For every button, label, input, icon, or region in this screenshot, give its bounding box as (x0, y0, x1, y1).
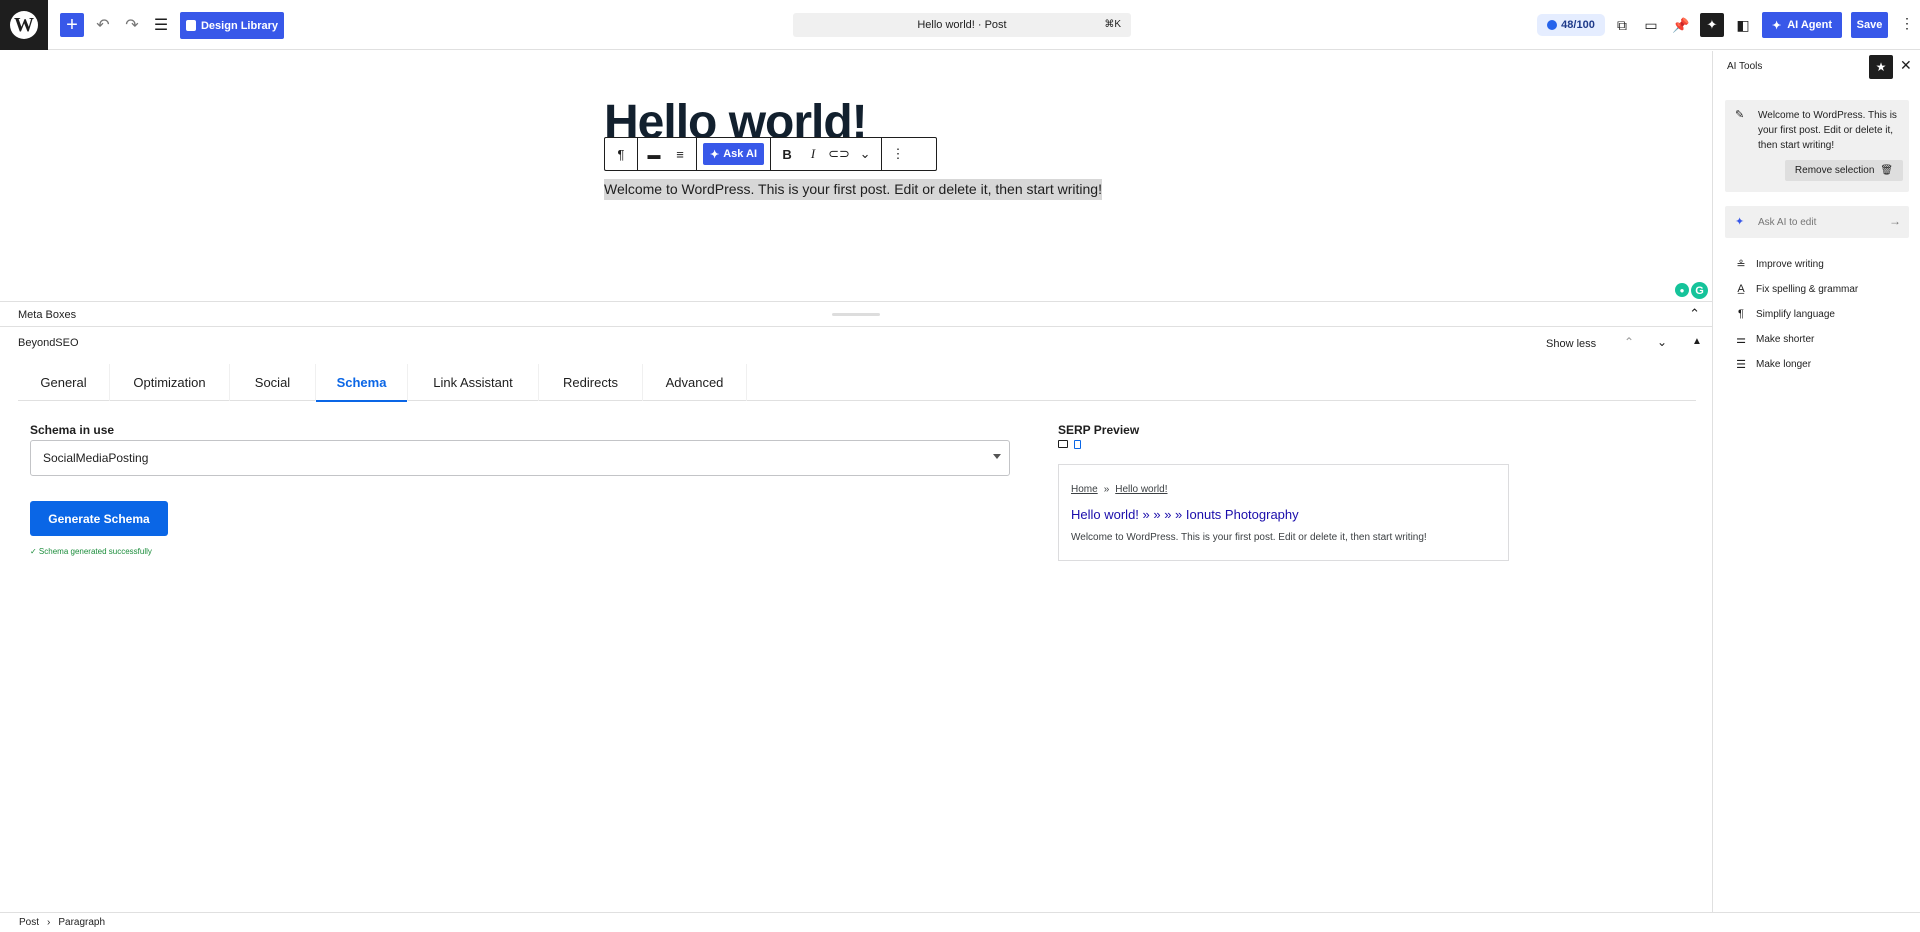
trash-icon: 🗑 (1880, 165, 1894, 176)
generate-schema-button[interactable]: Generate Schema (30, 501, 168, 536)
breadcrumb-separator: › (47, 917, 51, 928)
tab-optimization[interactable]: Optimization (110, 364, 230, 401)
save-button[interactable]: Save (1851, 12, 1888, 38)
toggle-panel-icon[interactable]: ▲ (1692, 336, 1702, 347)
align-left-icon[interactable]: ≡ (668, 142, 692, 166)
serp-device-switch (1058, 440, 1081, 449)
seo-tabs: General Optimization Social Schema Link … (18, 364, 1696, 402)
tab-schema[interactable]: Schema (316, 364, 408, 402)
move-up-icon[interactable]: ⌃ (1624, 335, 1634, 349)
shorter-icon: ⚌ (1736, 334, 1746, 346)
selection-preview: ✎ Welcome to WordPress. This is your fir… (1725, 100, 1909, 192)
preview-device-icon[interactable]: ▭ (1641, 15, 1661, 35)
close-icon[interactable]: ✕ (1900, 57, 1912, 74)
ai-tools-sidebar: AI Tools ★ ✕ ✎ Welcome to WordPress. Thi… (1712, 51, 1920, 912)
wordpress-icon: W (10, 11, 38, 39)
beyondseo-header: BeyondSEO Show less ⌃ ⌄ ▲ (0, 328, 1712, 358)
longer-icon: ☰ (1736, 359, 1746, 371)
grammarly-icon[interactable]: G (1691, 282, 1708, 299)
score-icon (1547, 20, 1558, 30)
grammarly-widget[interactable]: ● G (1675, 282, 1708, 299)
show-less-link[interactable]: Show less (1546, 338, 1596, 350)
spellcheck-icon: A̲ (1737, 283, 1745, 295)
selection-text: Welcome to WordPress. This is your first… (1758, 110, 1897, 151)
sparkle-icon: ✦ (1735, 216, 1745, 228)
tab-advanced[interactable]: Advanced (643, 364, 747, 401)
ai-agent-button[interactable]: ✦ AI Agent (1762, 12, 1842, 38)
schema-select[interactable]: SocialMediaPosting (30, 440, 1010, 476)
meta-boxes-bar: Meta Boxes ⌃ (0, 301, 1712, 327)
sidebar-title: AI Tools (1727, 61, 1763, 72)
sparkle-icon: ✦ (710, 148, 720, 161)
meta-boxes-label: Meta Boxes (18, 309, 77, 321)
action-fix-spelling[interactable]: A̲ Fix spelling & grammar (1735, 283, 1858, 295)
design-library-button[interactable]: Design Library (180, 12, 284, 39)
breadcrumb-post[interactable]: Post (19, 917, 39, 928)
plugin-title: BeyondSEO (18, 337, 79, 349)
settings-sidebar-icon[interactable]: ◧ (1733, 15, 1753, 35)
block-breadcrumb: Post › Paragraph (0, 912, 1920, 932)
design-library-icon (185, 20, 196, 31)
tab-link-assistant[interactable]: Link Assistant (408, 364, 539, 401)
tab-general[interactable]: General (18, 364, 110, 401)
pencil-icon: ✎ (1735, 109, 1745, 121)
bold-icon[interactable]: B (775, 142, 799, 166)
ai-tools-toggle-icon[interactable]: ✦ (1700, 13, 1724, 37)
more-options-icon[interactable]: ⋮ (886, 142, 910, 166)
schema-success-message: ✓ Schema generated successfully (30, 547, 152, 556)
paragraph-icon: ¶ (1738, 308, 1744, 320)
action-simplify-language[interactable]: ¶ Simplify language (1735, 308, 1835, 320)
undo-icon[interactable]: ↶ (93, 12, 113, 38)
redo-icon[interactable]: ↷ (122, 12, 142, 38)
chevron-up-icon[interactable]: ⌃ (1689, 306, 1700, 322)
serp-description: Welcome to WordPress. This is your first… (1071, 532, 1427, 543)
lightbulb-icon[interactable]: ● (1675, 283, 1689, 297)
paragraph-icon[interactable]: ¶ (609, 142, 633, 166)
schema-in-use-label: Schema in use (30, 423, 115, 437)
editor-header: W + ↶ ↷ ☰ Design Library Hello world! · … (0, 0, 1920, 50)
sparkle-icon: ✦ (1771, 19, 1782, 32)
chevron-down-icon[interactable]: ⌄ (853, 142, 877, 166)
block-width-icon[interactable]: ▬ (642, 142, 666, 166)
improve-writing-icon: ≗ (1736, 259, 1746, 271)
paragraph-block[interactable]: Welcome to WordPress. This is your first… (604, 179, 1102, 200)
tab-redirects[interactable]: Redirects (539, 364, 643, 401)
move-down-icon[interactable]: ⌄ (1657, 335, 1667, 349)
options-menu-icon[interactable]: ⋮ (1900, 15, 1914, 32)
link-icon[interactable]: ⊂⊃ (827, 142, 851, 166)
wordpress-logo-button[interactable]: W (0, 0, 48, 50)
serp-preview-card: Home » Hello world! Hello world! » » » »… (1058, 464, 1509, 561)
block-toolbar: ¶ ▬ ≡ ✦ Ask AI B I ⊂⊃ ⌄ ⋮ (604, 137, 937, 171)
action-make-shorter[interactable]: ⚌ Make shorter (1735, 333, 1814, 346)
seo-score-badge[interactable]: 48/100 (1537, 14, 1605, 36)
pin-icon[interactable]: 📌 (1671, 15, 1691, 35)
serp-breadcrumb: Home » Hello world! (1071, 484, 1168, 495)
tab-social[interactable]: Social (230, 364, 316, 401)
breadcrumb-paragraph[interactable]: Paragraph (58, 917, 105, 928)
arrow-right-icon[interactable]: → (1889, 214, 1901, 228)
mobile-icon[interactable] (1074, 440, 1081, 449)
shortcut-hint: ⌘K (1104, 19, 1121, 30)
ask-ai-input[interactable]: ✦ Ask AI to edit → (1725, 206, 1909, 238)
document-overview-icon[interactable]: ☰ (151, 12, 171, 38)
serp-preview-label: SERP Preview (1058, 423, 1140, 437)
dropdown-caret-icon (993, 454, 1001, 459)
serp-title: Hello world! » » » » Ionuts Photography (1071, 507, 1299, 522)
block-inserter-button[interactable]: + (60, 13, 84, 37)
action-make-longer[interactable]: ☰ Make longer (1735, 358, 1811, 371)
resize-handle[interactable] (832, 313, 880, 316)
ask-ai-button[interactable]: ✦ Ask AI (703, 143, 765, 165)
italic-icon[interactable]: I (801, 142, 825, 166)
remove-selection-button[interactable]: Remove selection 🗑 (1785, 160, 1903, 181)
star-icon[interactable]: ★ (1869, 55, 1893, 79)
command-palette-bar[interactable]: Hello world! · Post ⌘K (793, 13, 1131, 37)
desktop-icon[interactable] (1058, 440, 1068, 448)
action-improve-writing[interactable]: ≗ Improve writing (1735, 258, 1823, 271)
view-post-icon[interactable]: ⧉ (1612, 15, 1632, 35)
